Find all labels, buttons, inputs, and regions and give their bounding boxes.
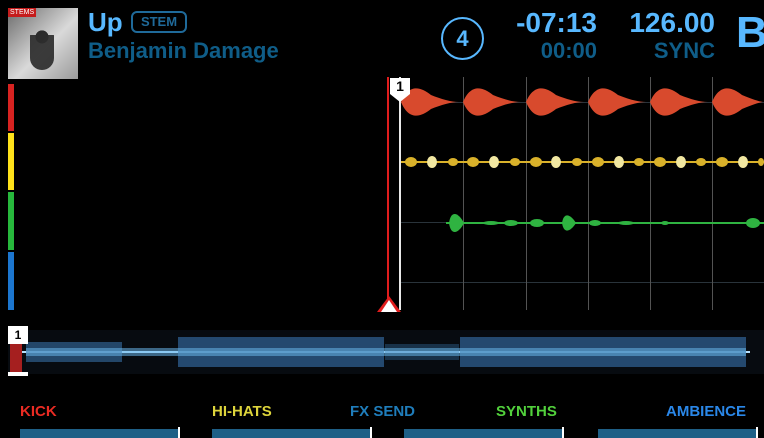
hihats-fader-tick — [370, 427, 372, 438]
fx-send-label[interactable]: FX SEND — [350, 404, 415, 419]
ambience-fader[interactable] — [598, 429, 756, 438]
synths-stem-label[interactable]: SYNTHS — [496, 404, 557, 419]
ambience-level-bar — [8, 252, 14, 310]
track-artist: Benjamin Damage — [88, 38, 279, 63]
time-elapsed: 00:00 — [540, 38, 597, 63]
ambience-fader-tick — [756, 427, 758, 438]
traktor-deck-screen: STEMS Up STEM Benjamin Damage 4 -07:13 0… — [0, 0, 764, 438]
playhead-bottom-marker — [377, 296, 401, 312]
hihats-stem-label[interactable]: HI-HATS — [212, 404, 272, 419]
album-art-label: STEMS — [8, 8, 37, 17]
kick-fader-tick — [178, 427, 180, 438]
album-art-figure — [30, 24, 54, 70]
kick-stem-label[interactable]: KICK — [20, 404, 57, 419]
overview-hotcue-marker[interactable]: 1 — [8, 326, 28, 344]
stem-format-badge: STEM — [131, 11, 187, 33]
synths-fader[interactable] — [404, 429, 562, 438]
overview-waveform — [16, 337, 750, 367]
tempo-bpm: 126.00 — [629, 7, 715, 38]
track-title: Up — [88, 7, 123, 37]
kick-waveform — [401, 88, 764, 116]
stem-waveforms — [401, 88, 764, 233]
time-remaining: -07:13 — [516, 7, 597, 38]
overview-marker-base — [8, 372, 28, 376]
kick-fader[interactable] — [20, 429, 178, 438]
synths-level-bar — [8, 192, 14, 250]
synths-waveform — [446, 213, 764, 233]
playhead — [387, 77, 389, 310]
ambience-stem-label[interactable]: AMBIENCE — [666, 404, 746, 419]
hihats-fader[interactable] — [212, 429, 370, 438]
hihats-waveform — [401, 156, 764, 168]
deck-letter: B — [736, 8, 764, 57]
kick-level-bar — [8, 84, 14, 131]
synths-fader-tick — [562, 427, 564, 438]
hotcue-marker[interactable]: 1 — [390, 78, 410, 94]
cue-line — [399, 77, 401, 310]
hotcue-marker-arrow — [390, 94, 410, 102]
track-overview[interactable] — [8, 330, 764, 374]
hihats-level-bar — [8, 133, 14, 190]
album-art: STEMS — [8, 8, 78, 79]
deck-number-indicator: 4 — [441, 17, 484, 60]
sync-button[interactable]: SYNC — [643, 40, 715, 62]
